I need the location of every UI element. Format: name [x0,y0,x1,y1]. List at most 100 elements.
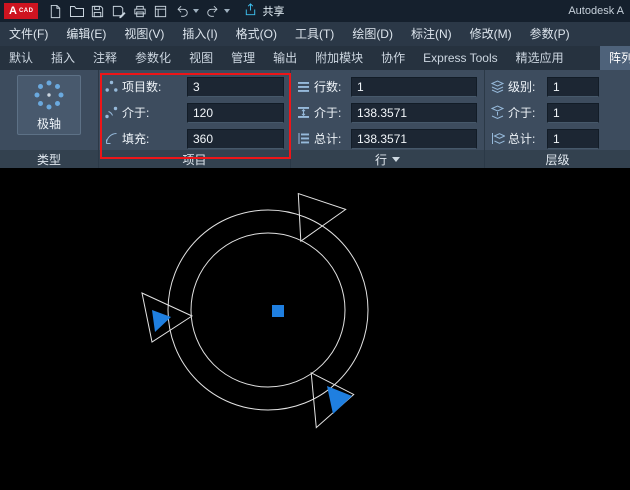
rows-total-label: 总计: [314,130,348,147]
polar-array-icon [31,79,67,113]
logo-a: A [9,6,17,17]
logo-cad: CAD [19,8,34,14]
panel-items: 项目数: 介于: 填充: [98,70,290,168]
menu-tools[interactable]: 工具(T) [286,22,343,46]
item-count-grip[interactable] [327,386,352,414]
menu-edit[interactable]: 编辑(E) [57,22,115,46]
tab-output[interactable]: 输出 [264,46,306,70]
polar-array-button[interactable]: 极轴 [17,75,81,135]
undo-control[interactable] [171,1,202,21]
titlebar: A CAD [0,0,630,22]
levels-between-input[interactable] [547,103,599,123]
items-between-icon [104,105,119,120]
rows-total-input[interactable] [351,129,477,149]
save-icon[interactable] [87,1,108,21]
tab-insert[interactable]: 插入 [42,46,84,70]
plot-icon[interactable] [129,1,150,21]
tab-array-creation[interactable]: 阵列创建 [600,46,630,70]
items-fill-label: 填充: [122,130,184,147]
panel-rows: 行数: 介于: 总计: [290,70,484,168]
redo-control[interactable] [202,1,233,21]
panel-type-footer[interactable]: 类型 [0,150,98,168]
menu-draw[interactable]: 绘图(D) [343,22,402,46]
array-item-2-triangle[interactable] [278,185,345,253]
center-grip[interactable] [272,305,284,317]
items-between-input[interactable] [187,103,284,123]
array-outer-circle[interactable] [168,210,368,410]
items-count-label: 项目数: [122,78,184,95]
redo-icon[interactable] [202,1,223,21]
menu-file[interactable]: 文件(F) [0,22,57,46]
tab-featured-apps[interactable]: 精选应用 [507,46,573,70]
panel-levels-footer[interactable]: 层级 [485,150,630,168]
share-icon [243,2,258,20]
levels-count-icon [490,79,505,94]
menu-modify[interactable]: 修改(M) [461,22,521,46]
rows-between-label: 介于: [314,104,348,121]
items-fill-angle-icon [104,131,119,146]
rows-between-icon [296,105,311,120]
items-count-row: 项目数: [104,76,290,97]
rows-count-label: 行数: [314,78,348,95]
undo-icon[interactable] [171,1,192,21]
tab-manage[interactable]: 管理 [222,46,264,70]
undo-dropdown-caret[interactable] [193,9,199,13]
rows-between-row: 介于: [296,102,484,123]
rows-count-icon [296,79,311,94]
panel-type: 极轴 类型 [0,70,98,168]
items-fill-input[interactable] [187,129,284,149]
tab-home[interactable]: 默认 [0,46,42,70]
drawing-canvas[interactable] [0,168,630,490]
share-label: 共享 [262,3,284,19]
levels-count-row: 级别: [490,76,630,97]
items-between-label: 介于: [122,104,184,121]
panel-items-footer-label: 项目 [182,151,206,168]
levels-count-input[interactable] [547,77,599,97]
save-as-icon[interactable] [108,1,129,21]
items-count-icon [104,79,119,94]
chevron-down-icon [392,157,400,162]
items-count-input[interactable] [187,77,284,97]
panel-levels-footer-label: 层级 [545,151,569,168]
rows-count-input[interactable] [351,77,477,97]
ribbon-array-creation: 极轴 类型 项目数: [0,70,630,168]
share-button[interactable]: 共享 [243,2,284,20]
items-fill-row: 填充: [104,128,290,149]
layout-sheet-icon[interactable] [150,1,171,21]
panel-items-footer[interactable]: 项目 [99,150,290,168]
menu-insert[interactable]: 插入(I) [173,22,226,46]
redo-dropdown-caret[interactable] [224,9,230,13]
menu-format[interactable]: 格式(O) [227,22,286,46]
array-inner-circle[interactable] [191,233,345,387]
menu-parametric[interactable]: 参数(P) [521,22,579,46]
tab-addins[interactable]: 附加模块 [306,46,372,70]
menu-dimension[interactable]: 标注(N) [402,22,461,46]
levels-total-input[interactable] [547,129,599,149]
autocad-logo[interactable]: A CAD [4,3,38,19]
tab-annotate[interactable]: 注释 [84,46,126,70]
open-folder-icon[interactable] [66,1,87,21]
ribbon-tab-row: 默认 插入 注释 参数化 视图 管理 输出 附加模块 协作 Express To… [0,46,630,70]
panel-rows-footer[interactable]: 行 [291,150,484,168]
tab-parametric[interactable]: 参数化 [126,46,180,70]
rows-count-row: 行数: [296,76,484,97]
autocad-window: A CAD [0,0,630,490]
menu-view[interactable]: 视图(V) [115,22,173,46]
rows-total-row: 总计: [296,128,484,149]
levels-total-icon [490,131,505,146]
levels-count-label: 级别: [508,78,544,95]
tab-collaborate[interactable]: 协作 [372,46,414,70]
menubar: 文件(F) 编辑(E) 视图(V) 插入(I) 格式(O) 工具(T) 绘图(D… [0,22,630,46]
levels-total-row: 总计: [490,128,630,149]
tab-express-tools[interactable]: Express Tools [414,46,506,70]
tab-view[interactable]: 视图 [180,46,222,70]
new-file-icon[interactable] [45,1,66,21]
polar-array-label: 极轴 [37,115,61,132]
rows-total-icon [296,131,311,146]
panel-type-footer-label: 类型 [37,151,61,168]
app-title: Autodesk A [568,5,624,17]
levels-between-label: 介于: [508,104,544,121]
levels-total-label: 总计: [508,130,544,147]
rows-between-input[interactable] [351,103,477,123]
panel-levels: 级别: 介于: [484,70,630,168]
